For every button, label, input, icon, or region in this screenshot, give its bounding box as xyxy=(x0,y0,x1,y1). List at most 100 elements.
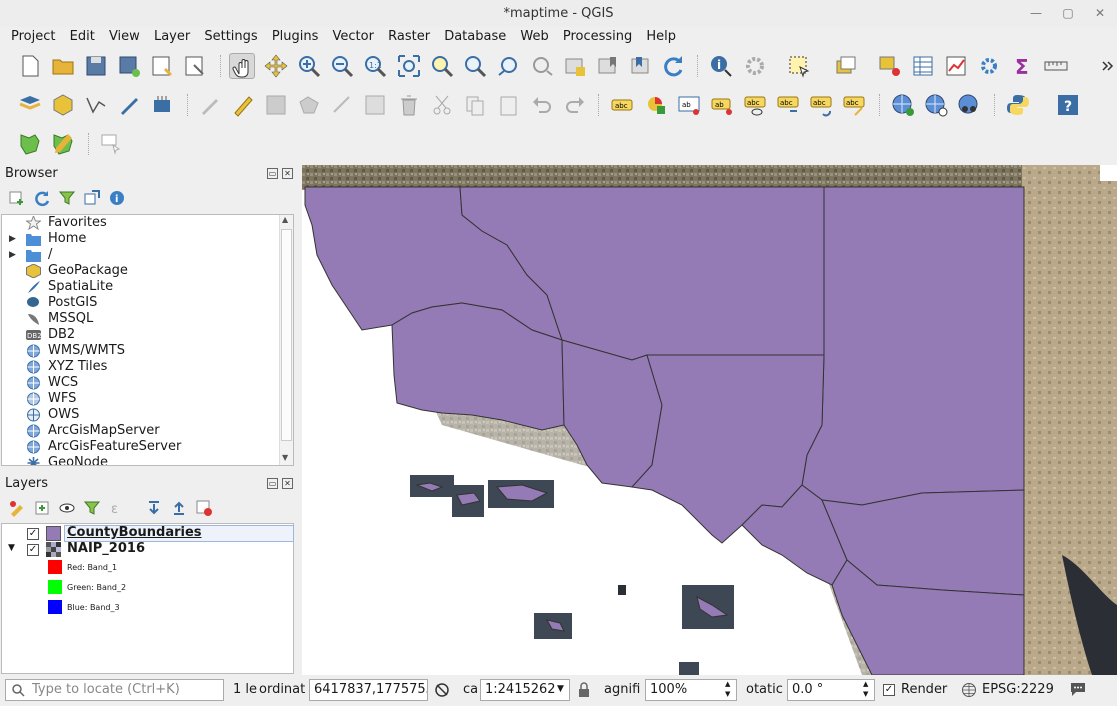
grass-tools-icon[interactable] xyxy=(17,131,43,157)
pan-map-icon[interactable] xyxy=(229,53,255,79)
save-layer-edits-icon[interactable] xyxy=(263,92,289,118)
delete-selected-icon[interactable] xyxy=(396,92,422,118)
layer-countyboundaries-label[interactable]: CountyBoundaries xyxy=(67,525,202,541)
layer-countyboundaries-checkbox[interactable]: ✓ xyxy=(27,528,39,540)
save-project-icon[interactable] xyxy=(83,53,109,79)
save-as-icon[interactable] xyxy=(116,53,142,79)
scrollbar-thumb[interactable] xyxy=(281,229,292,441)
scroll-up-icon[interactable]: ▲ xyxy=(282,215,288,224)
move-label-icon[interactable]: abc xyxy=(775,92,801,118)
scroll-down-icon[interactable]: ▼ xyxy=(282,453,288,462)
menu-web[interactable]: Web xyxy=(515,27,553,47)
change-label-icon[interactable]: abc xyxy=(841,92,867,118)
digitize-icon[interactable] xyxy=(83,92,109,118)
add-polygon-icon[interactable] xyxy=(296,92,322,118)
toggle-extents-icon[interactable] xyxy=(433,681,451,703)
menu-raster[interactable]: Raster xyxy=(383,27,435,47)
run-feature-action-icon[interactable] xyxy=(742,53,768,79)
highlight-pinned-labels-icon[interactable]: ab xyxy=(709,92,735,118)
field-calculator-icon[interactable]: Σ xyxy=(1009,53,1035,79)
current-edits-icon[interactable] xyxy=(197,92,223,118)
minimize-icon[interactable]: — xyxy=(1021,0,1051,27)
toolbar-overflow-icon[interactable] xyxy=(1095,53,1117,79)
magnifier-spin-icon[interactable]: ▲ ▼ xyxy=(725,679,730,699)
expand-arrow-icon[interactable]: ▶ xyxy=(9,247,16,263)
scale-dropdown-icon[interactable]: ▼ xyxy=(557,684,564,694)
modify-attributes-icon[interactable] xyxy=(362,92,388,118)
zoom-full-icon[interactable] xyxy=(396,53,422,79)
paste-features-icon[interactable] xyxy=(496,92,522,118)
help-icon[interactable]: ? xyxy=(1055,92,1081,118)
browser-close-icon[interactable]: ✕ xyxy=(282,168,293,179)
label-toolbar-icon[interactable]: abc xyxy=(609,92,635,118)
maximize-icon[interactable]: ▢ xyxy=(1053,0,1083,27)
menu-settings[interactable]: Settings xyxy=(199,27,262,47)
menu-view[interactable]: View xyxy=(104,27,145,47)
coordinate-field[interactable]: 6417837,1775755 xyxy=(309,679,428,701)
layers-float-icon[interactable]: ▭ xyxy=(267,478,278,489)
zoom-native-icon[interactable]: 1:1 xyxy=(362,53,388,79)
undo-icon[interactable] xyxy=(529,92,555,118)
select-features-icon[interactable] xyxy=(786,53,812,79)
refresh-icon[interactable] xyxy=(660,53,686,79)
zoom-last-icon[interactable] xyxy=(496,53,522,79)
zoom-in-icon[interactable] xyxy=(296,53,322,79)
messages-icon[interactable] xyxy=(1069,681,1087,701)
browser-scrollbar[interactable]: ▲ ▼ xyxy=(279,215,293,465)
pan-to-selection-icon[interactable] xyxy=(263,53,289,79)
layer-naip-checkbox[interactable]: ✓ xyxy=(27,544,39,556)
filter-browser-icon[interactable] xyxy=(58,189,76,207)
style-manager-icon[interactable] xyxy=(8,499,26,517)
rotation-field[interactable]: 0.0 ° xyxy=(787,679,875,701)
redo-icon[interactable] xyxy=(562,92,588,118)
new-bookmark-icon[interactable] xyxy=(595,53,621,79)
map-canvas[interactable] xyxy=(302,165,1117,675)
crs-label[interactable]: EPSG:2229 xyxy=(982,680,1054,700)
copy-features-icon[interactable] xyxy=(462,92,488,118)
statistical-summary-icon[interactable] xyxy=(943,53,969,79)
menu-edit[interactable]: Edit xyxy=(65,27,100,47)
measure-line-icon[interactable] xyxy=(1043,53,1069,79)
layout-manager-icon[interactable] xyxy=(182,53,208,79)
python-console-icon[interactable] xyxy=(1005,92,1031,118)
rotate-label-icon[interactable]: abc xyxy=(808,92,834,118)
remove-layer-icon[interactable] xyxy=(195,499,213,517)
new-print-layout-icon[interactable] xyxy=(149,53,175,79)
open-project-icon[interactable] xyxy=(50,53,76,79)
metasearch-icon[interactable] xyxy=(890,92,916,118)
zoom-next-icon[interactable] xyxy=(529,53,555,79)
vertex-tool-icon[interactable] xyxy=(329,92,355,118)
filter-by-expression-icon[interactable]: ε xyxy=(108,499,126,517)
zoom-to-layer-icon[interactable] xyxy=(462,53,488,79)
zoom-out-icon[interactable] xyxy=(329,53,355,79)
properties-info-icon[interactable]: i xyxy=(108,189,126,207)
locator-search-input[interactable]: Type to locate (Ctrl+K) xyxy=(5,679,224,701)
new-geopackage-layer-icon[interactable] xyxy=(50,92,76,118)
menu-database[interactable]: Database xyxy=(439,27,511,47)
add-selected-layers-icon[interactable] xyxy=(7,189,25,207)
close-window-icon[interactable]: ✕ xyxy=(1085,0,1115,27)
data-source-manager-icon[interactable] xyxy=(17,92,43,118)
geo-search-icon[interactable] xyxy=(956,92,982,118)
new-map-view-icon[interactable] xyxy=(562,53,588,79)
menu-vector[interactable]: Vector xyxy=(328,27,379,47)
expand-all-icon[interactable] xyxy=(145,499,163,517)
collapse-layers-icon[interactable] xyxy=(170,499,188,517)
crs-globe-icon[interactable] xyxy=(961,682,977,702)
identify-features-icon[interactable]: i xyxy=(708,53,734,79)
new-shapefile-icon[interactable] xyxy=(116,92,142,118)
browser-float-icon[interactable]: ▭ xyxy=(267,168,278,179)
collapse-all-icon[interactable] xyxy=(83,189,101,207)
menu-processing[interactable]: Processing xyxy=(558,27,637,47)
menu-layer[interactable]: Layer xyxy=(149,27,195,47)
select-by-value-icon[interactable] xyxy=(833,53,859,79)
add-group-icon[interactable] xyxy=(33,499,51,517)
refresh-browser-icon[interactable] xyxy=(33,189,51,207)
manage-visibility-icon[interactable] xyxy=(58,499,76,517)
expand-arrow-icon[interactable]: ▶ xyxy=(9,231,16,247)
rotation-spin-icon[interactable]: ▲ ▼ xyxy=(863,679,868,699)
new-project-icon[interactable] xyxy=(17,53,43,79)
render-checkbox[interactable]: ✓ xyxy=(883,684,895,696)
toggle-editing-icon[interactable] xyxy=(230,92,256,118)
diagram-options-icon[interactable] xyxy=(643,92,669,118)
